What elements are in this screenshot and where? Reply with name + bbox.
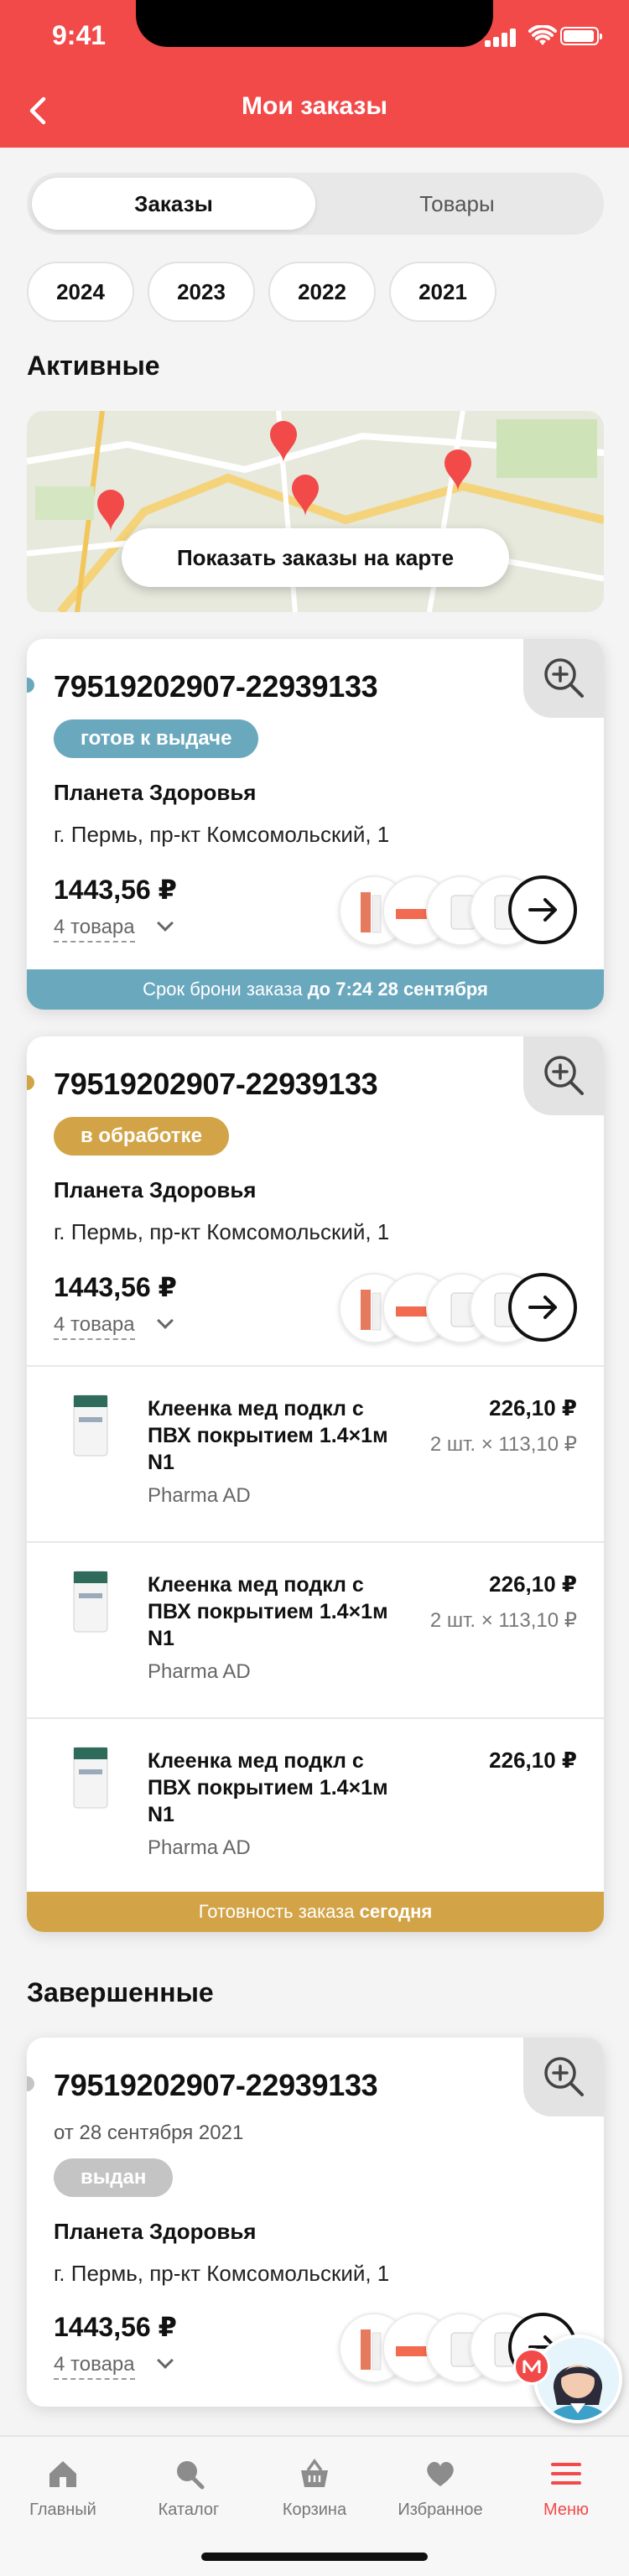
status-time: 9:41 xyxy=(52,20,107,50)
zoom-button[interactable] xyxy=(523,2038,604,2116)
product-image xyxy=(73,1571,108,1633)
notch xyxy=(136,0,493,47)
status-dot xyxy=(27,678,34,693)
items-count-toggle[interactable]: 4 товара xyxy=(54,1313,135,1340)
order-number: 79519202907-22939133 xyxy=(54,669,378,704)
product-image xyxy=(73,1747,108,1809)
tab-products[interactable]: Товары xyxy=(315,178,599,230)
tab-label: Корзина xyxy=(282,2501,347,2519)
status-bar: 9:41 xyxy=(0,0,629,74)
tab-cart[interactable]: Корзина xyxy=(252,2457,377,2524)
wifi-icon xyxy=(528,25,557,45)
order-price: 1443,56 ₽ xyxy=(54,2312,177,2342)
battery-icon xyxy=(560,27,602,45)
pharmacy-address: г. Пермь, пр-кт Комсомольский, 1 xyxy=(54,822,390,847)
tab-label: Каталог xyxy=(158,2501,220,2519)
tab-favorites[interactable]: Избранное xyxy=(377,2457,503,2524)
show-on-map-button[interactable]: Показать заказы на карте xyxy=(122,528,509,587)
year-chip-2021[interactable]: 2021 xyxy=(389,262,496,322)
product-price: 226,10 ₽ xyxy=(489,1395,577,1420)
catalog-search-icon xyxy=(177,2461,205,2490)
footer-text: Готовность заказа xyxy=(198,1901,355,1922)
order-price: 1443,56 ₽ xyxy=(54,875,177,905)
zoom-in-icon xyxy=(544,658,584,698)
open-order-button[interactable] xyxy=(508,875,577,944)
order-date: от 28 сентября 2021 xyxy=(54,2122,244,2144)
items-count-toggle[interactable]: 4 товара xyxy=(54,2353,135,2380)
chevron-down-icon[interactable] xyxy=(157,1312,174,1329)
tab-menu[interactable]: Меню xyxy=(503,2457,629,2524)
product-price: 226,10 ₽ xyxy=(489,1571,577,1597)
order-card[interactable]: 79519202907-22939133 в обработке Планета… xyxy=(27,1036,604,1932)
pharmacy-logo-badge xyxy=(513,2348,550,2385)
open-order-button[interactable] xyxy=(508,1273,577,1342)
chevron-down-icon[interactable] xyxy=(157,2352,174,2369)
order-card[interactable]: 79519202907-22939133 готов к выдаче План… xyxy=(27,639,604,1010)
list-item[interactable]: Клеенка мед подкл с ПВХ покрытием 1.4×1м… xyxy=(27,1365,604,1541)
zoom-in-icon xyxy=(544,1056,584,1095)
chevron-down-icon[interactable] xyxy=(157,915,174,932)
pharmacy-name: Планета Здоровья xyxy=(54,2219,257,2244)
signal-icon xyxy=(485,27,518,47)
basket-icon xyxy=(301,2459,328,2487)
footer-deadline: до 7:24 28 сентября xyxy=(307,979,488,1000)
pharmacy-name: Планета Здоровья xyxy=(54,1177,257,1202)
tab-orders[interactable]: Заказы xyxy=(32,178,315,230)
tab-label: Главный xyxy=(29,2501,96,2519)
product-name: Клеенка мед подкл с ПВХ покрытием 1.4×1м… xyxy=(148,1573,388,1650)
logo-icon xyxy=(522,2360,541,2373)
zoom-button[interactable] xyxy=(523,1036,604,1115)
order-number: 79519202907-22939133 xyxy=(54,2068,378,2102)
year-chip-2024[interactable]: 2024 xyxy=(27,262,134,322)
list-item[interactable]: Клеенка мед подкл с ПВХ покрытием 1.4×1м… xyxy=(27,1541,604,1717)
zoom-in-icon xyxy=(544,2057,584,2096)
orders-products-switch: Заказы Товары xyxy=(27,173,604,235)
product-vendor: Pharma AD xyxy=(148,1836,251,1859)
status-dot xyxy=(27,2076,34,2091)
product-price: 226,10 ₽ xyxy=(489,1748,577,1773)
pharmacy-name: Планета Здоровья xyxy=(54,780,257,805)
product-quantity: 2 шт. × 113,10 ₽ xyxy=(429,1609,577,1632)
heart-icon xyxy=(427,2461,454,2486)
pharmacy-address: г. Пермь, пр-кт Комсомольский, 1 xyxy=(54,2261,390,2286)
menu-icon xyxy=(551,2463,581,2485)
product-name: Клеенка мед подкл с ПВХ покрытием 1.4×1м… xyxy=(148,1749,388,1826)
product-name: Клеенка мед подкл с ПВХ покрытием 1.4×1м… xyxy=(148,1397,388,1474)
home-indicator xyxy=(201,2553,428,2561)
reservation-footer: Срок брони заказа до 7:24 28 сентября xyxy=(27,969,604,1010)
year-chip-2023[interactable]: 2023 xyxy=(148,262,255,322)
list-item[interactable]: Клеенка мед подкл с ПВХ покрытием 1.4×1м… xyxy=(27,1717,604,1893)
status-icons xyxy=(485,25,602,50)
status-badge: выдан xyxy=(54,2158,174,2197)
status-badge: готов к выдаче xyxy=(54,719,259,758)
readiness-footer: Готовность заказа сегодня xyxy=(27,1892,604,1932)
section-title-completed: Завершенные xyxy=(27,1977,214,2007)
product-vendor: Pharma AD xyxy=(148,1660,251,1683)
tab-label: Меню xyxy=(543,2501,590,2519)
home-icon xyxy=(49,2461,76,2487)
tab-catalog[interactable]: Каталог xyxy=(126,2457,252,2524)
order-number: 79519202907-22939133 xyxy=(54,1067,378,1101)
order-price: 1443,56 ₽ xyxy=(54,1272,177,1302)
footer-text: Срок брони заказа xyxy=(143,979,303,1000)
page-title: Мои заказы xyxy=(242,92,387,120)
pharmacy-address: г. Пермь, пр-кт Комсомольский, 1 xyxy=(54,1219,390,1244)
product-vendor: Pharma AD xyxy=(148,1484,251,1507)
arrow-right-icon xyxy=(528,898,557,922)
orders-map[interactable]: Показать заказы на карте xyxy=(27,411,604,612)
status-badge: в обработке xyxy=(54,1117,229,1156)
status-dot xyxy=(27,1075,34,1090)
tab-label: Избранное xyxy=(398,2501,483,2519)
arrow-right-icon xyxy=(528,1296,557,1319)
zoom-button[interactable] xyxy=(523,639,604,718)
tab-home[interactable]: Главный xyxy=(0,2457,126,2524)
section-title-active: Активные xyxy=(27,351,160,381)
product-image xyxy=(73,1394,108,1457)
items-count-toggle[interactable]: 4 товара xyxy=(54,916,135,943)
year-chip-2022[interactable]: 2022 xyxy=(268,262,376,322)
product-quantity: 2 шт. × 113,10 ₽ xyxy=(429,1433,577,1456)
footer-readiness: сегодня xyxy=(359,1901,433,1922)
assistant-avatar xyxy=(537,2338,619,2420)
app-header: 9:41 Мои заказы xyxy=(0,0,629,148)
